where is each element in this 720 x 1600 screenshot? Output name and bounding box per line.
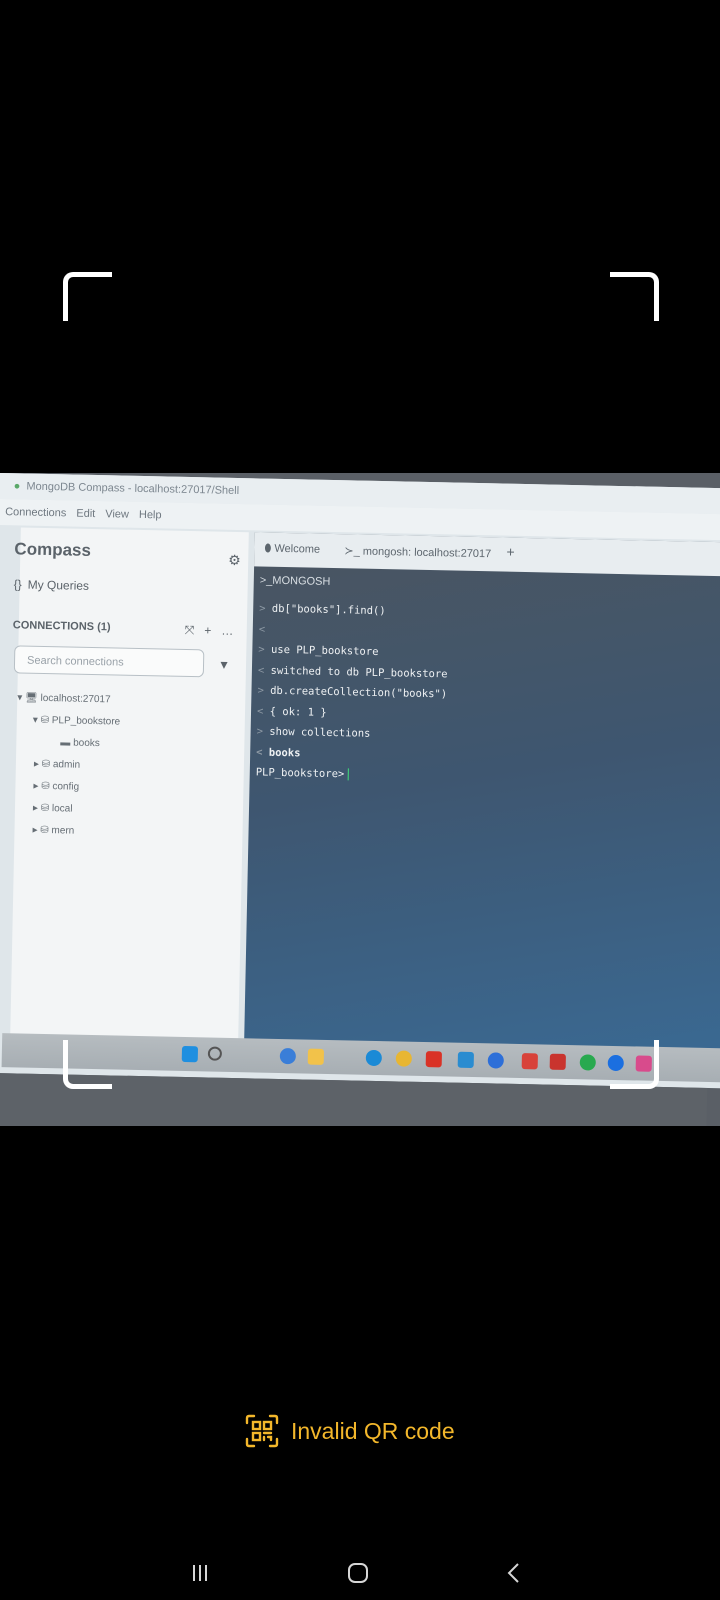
tree-item-db[interactable]: ▾ ⛁ PLP_bookstore [17, 709, 121, 733]
qr-status: Invalid QR code [245, 1414, 455, 1448]
shell-line: > db["books"].find() [259, 602, 386, 618]
connection-tree: ▾ 🖥 localhost:27017 ▾ ⛁ PLP_bookstore ▬ … [14, 687, 121, 843]
camera-preview: ● MongoDB Compass - localhost:27017/Shel… [0, 473, 720, 1126]
edge-icon[interactable] [365, 1049, 382, 1067]
tree-item-db[interactable]: ▸ ⛁ local [15, 797, 119, 821]
zoom-icon[interactable] [487, 1052, 504, 1069]
menu-help[interactable]: Help [139, 509, 162, 521]
back-icon[interactable] [506, 1562, 522, 1584]
viewfinder-corner-top-right [610, 272, 659, 321]
viewfinder-corner-top-left [63, 272, 112, 321]
android-nav-bar [0, 1555, 720, 1595]
viewfinder-corner-bottom-left [63, 1040, 112, 1089]
db-label: admin [52, 759, 81, 771]
filter-icon[interactable]: ▼ [218, 658, 230, 672]
qr-code-icon [245, 1414, 279, 1448]
search-connections-input[interactable]: Search connections [13, 645, 205, 678]
db-label: local [51, 803, 73, 815]
connections-actions: ⤧ + … [185, 623, 234, 639]
pdf-icon[interactable] [549, 1053, 566, 1070]
shell-output: > db["books"].find() < > use PLP_booksto… [256, 598, 449, 786]
window-title: MongoDB Compass - localhost:27017/Shell [26, 480, 240, 498]
youtube-icon[interactable] [425, 1051, 442, 1068]
shell-prompt[interactable]: PLP_bookstore> [256, 762, 446, 786]
shell-panel[interactable]: >_MONGOSH > db["books"].find() < > use P… [243, 532, 720, 1071]
text-cursor [347, 768, 349, 781]
menu-edit[interactable]: Edit [76, 508, 95, 520]
shell-header: >_MONGOSH [259, 574, 331, 588]
home-icon[interactable] [347, 1562, 369, 1584]
tree-item-db[interactable]: ▸ ⛁ mern [14, 819, 118, 843]
app-icon[interactable] [521, 1053, 538, 1070]
taskbar-search-icon[interactable] [207, 1046, 223, 1061]
connections-header: CONNECTIONS (1) [12, 619, 111, 634]
compass-leaf-icon: ● [13, 480, 21, 493]
add-connection-icon[interactable]: + [204, 623, 211, 638]
recents-icon[interactable] [190, 1563, 210, 1583]
chat-icon[interactable] [279, 1047, 297, 1065]
host-label: localhost:27017 [40, 692, 111, 706]
menu-view[interactable]: View [105, 508, 129, 520]
qr-status-text: Invalid QR code [291, 1417, 455, 1444]
viewfinder-corner-bottom-right [610, 1040, 659, 1089]
menu-connections[interactable]: Connections [5, 506, 66, 519]
my-queries-link[interactable]: {} My Queries [14, 577, 90, 593]
sidebar: Compass ⚙ {} My Queries CONNECTIONS (1) … [9, 527, 249, 1061]
collapse-icon[interactable]: ⤧ [185, 623, 195, 638]
tree-item-host[interactable]: ▾ 🖥 localhost:27017 [17, 687, 121, 711]
add-tab-icon[interactable]: + [506, 544, 515, 560]
more-icon[interactable]: … [221, 624, 233, 639]
windows-start-icon[interactable] [181, 1045, 199, 1063]
my-queries-label: My Queries [27, 577, 90, 593]
tab-welcome[interactable]: ⬮ Welcome [264, 543, 320, 557]
file-explorer-icon[interactable] [307, 1048, 325, 1065]
sidebar-title: Compass [14, 539, 92, 560]
tree-item-db[interactable]: ▸ ⛁ config [15, 775, 119, 799]
gear-icon[interactable]: ⚙ [228, 552, 241, 569]
db-label: config [52, 781, 80, 793]
tab-mongosh[interactable]: ≻_ mongosh: localhost:27017 [344, 544, 491, 560]
braces-icon: {} [13, 577, 22, 592]
tree-item-collection[interactable]: ▬ books [16, 731, 120, 755]
chrome-icon[interactable] [395, 1050, 412, 1067]
whatsapp-icon[interactable] [579, 1054, 596, 1071]
tree-item-db[interactable]: ▸ ⛁ admin [16, 753, 120, 777]
app-icon[interactable] [457, 1051, 474, 1069]
collection-label: books [73, 737, 100, 750]
monitor-screen: ● MongoDB Compass - localhost:27017/Shel… [0, 473, 720, 1126]
db-label: PLP_bookstore [51, 715, 121, 728]
db-label: mern [51, 825, 75, 837]
